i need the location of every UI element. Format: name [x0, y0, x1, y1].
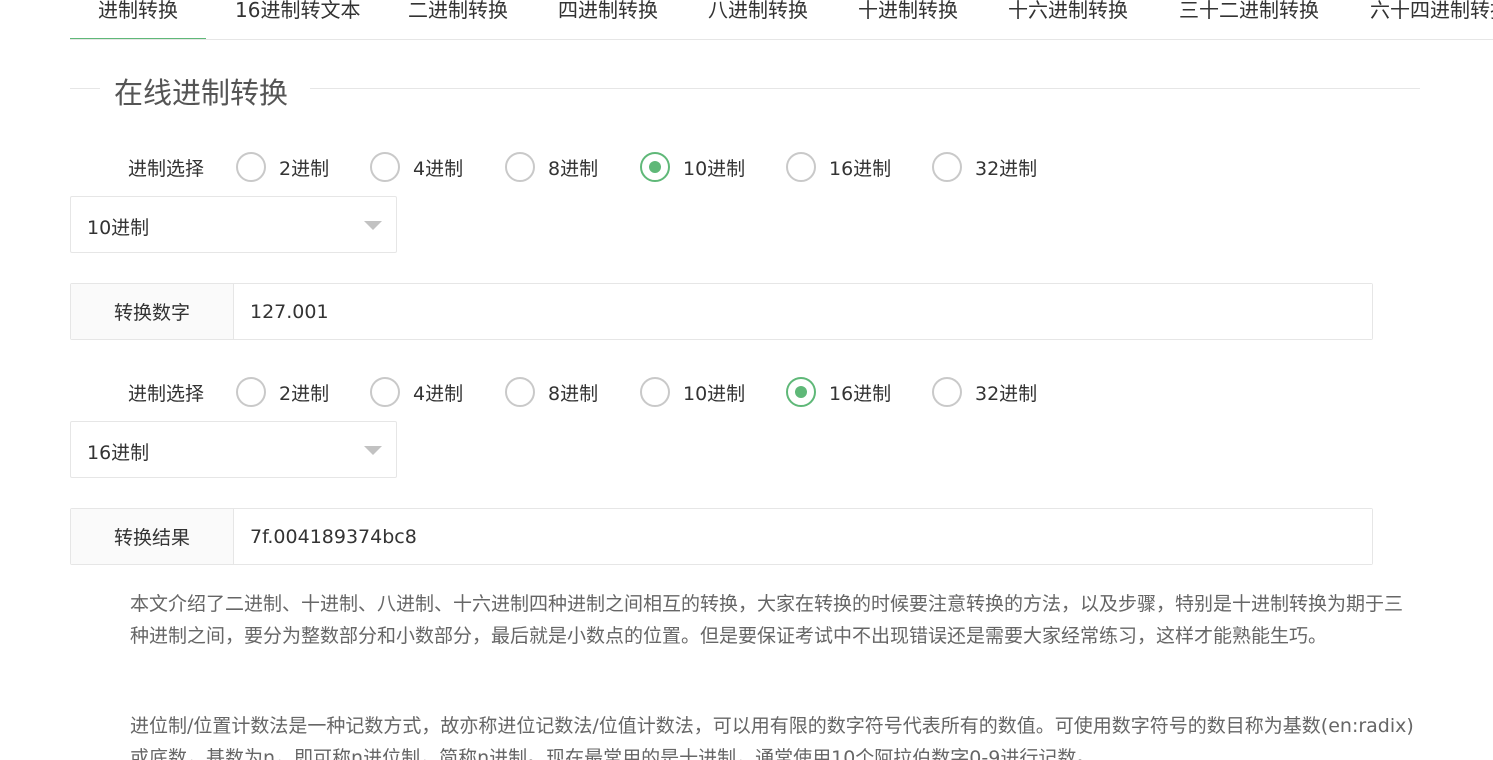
legend-line-right	[310, 88, 1420, 89]
to-radio-4[interactable]: 4进制	[370, 377, 463, 407]
radio-circle-icon	[932, 377, 962, 407]
tab-quaternary[interactable]: 四进制转换	[530, 0, 686, 39]
from-radio-10[interactable]: 10进制	[640, 152, 745, 182]
from-radio-32[interactable]: 32进制	[932, 152, 1037, 182]
to-base-select[interactable]: 16进制	[70, 421, 397, 478]
convert-number-label: 转换数字	[71, 284, 234, 339]
radio-circle-icon	[505, 377, 535, 407]
convert-number-row: 转换数字	[70, 283, 1373, 340]
from-radio-16[interactable]: 16进制	[786, 152, 891, 182]
from-base-select[interactable]: 10进制	[70, 196, 397, 253]
section-title: 在线进制转换	[114, 76, 289, 110]
radio-circle-icon	[236, 152, 266, 182]
radio-circle-icon	[370, 152, 400, 182]
tab-octal[interactable]: 八进制转换	[680, 0, 836, 39]
from-radio-2[interactable]: 2进制	[236, 152, 329, 182]
legend-line-left	[70, 88, 100, 89]
convert-result-input[interactable]	[234, 509, 1372, 564]
to-radio-32[interactable]: 32进制	[932, 377, 1037, 407]
tab-hex-to-text[interactable]: 16进制转文本	[207, 0, 388, 39]
tab-hexadecimal[interactable]: 十六进制转换	[980, 0, 1156, 39]
convert-result-label: 转换结果	[71, 509, 234, 564]
article-paragraph-1: 本文介绍了二进制、十进制、八进制、十六进制四种进制之间相互的转换，大家在转换的时…	[130, 593, 1404, 647]
caret-down-icon	[364, 446, 382, 455]
to-radio-2[interactable]: 2进制	[236, 377, 329, 407]
radio-circle-icon	[370, 377, 400, 407]
tab-bar: 进制转换 16进制转文本 二进制转换 四进制转换 八进制转换 十进制转换 十六进…	[70, 0, 1493, 40]
caret-down-icon	[364, 221, 382, 230]
tab-base-convert[interactable]: 进制转换	[70, 0, 206, 39]
radio-checked-icon	[640, 152, 670, 182]
to-radio-8[interactable]: 8进制	[505, 377, 598, 407]
radio-checked-icon	[786, 377, 816, 407]
from-radio-label: 进制选择	[128, 157, 205, 180]
from-select-value: 10进制	[87, 217, 150, 239]
radio-circle-icon	[505, 152, 535, 182]
from-radio-8[interactable]: 8进制	[505, 152, 598, 182]
from-radio-4[interactable]: 4进制	[370, 152, 463, 182]
radio-circle-icon	[236, 377, 266, 407]
radio-circle-icon	[786, 152, 816, 182]
radio-circle-icon	[932, 152, 962, 182]
to-select-value: 16进制	[87, 442, 150, 464]
convert-number-input[interactable]	[234, 284, 1372, 339]
to-radio-16[interactable]: 16进制	[786, 377, 891, 407]
to-radio-label: 进制选择	[128, 382, 205, 405]
radio-circle-icon	[640, 377, 670, 407]
to-radio-10[interactable]: 10进制	[640, 377, 745, 407]
tab-base64[interactable]: 六十四进制转换	[1342, 0, 1493, 39]
tab-decimal[interactable]: 十进制转换	[830, 0, 986, 39]
tab-base32[interactable]: 三十二进制转换	[1151, 0, 1347, 39]
tab-binary[interactable]: 二进制转换	[380, 0, 536, 39]
convert-result-row: 转换结果	[70, 508, 1373, 565]
article-paragraph-2: 进位制/位置计数法是一种记数方式，故亦称进位记数法/位值计数法，可以用有限的数字…	[130, 715, 1414, 760]
